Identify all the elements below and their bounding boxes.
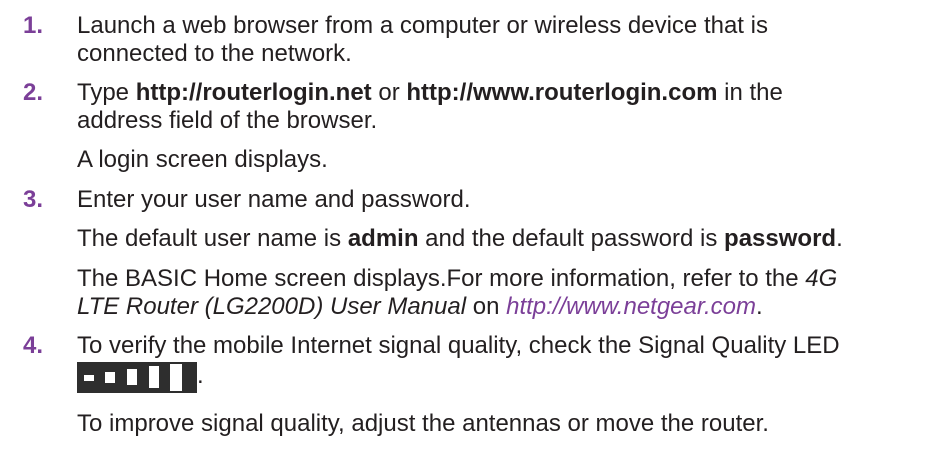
step-2-number: 2. xyxy=(23,79,44,106)
step-2-line-1: Type http://routerlogin.net or http://ww… xyxy=(77,79,783,107)
step-2-text-c: in the xyxy=(717,79,783,106)
step-3-info-line-1: The BASIC Home screen displays.For more … xyxy=(77,265,837,293)
step-1-line-2: connected to the network. xyxy=(77,40,352,67)
manual-title-part-1: 4G xyxy=(805,265,838,292)
step-1-line-1: Launch a web browser from a computer or … xyxy=(77,12,768,39)
step-4-led-period: . xyxy=(197,362,204,389)
step-2-result: A login screen displays. xyxy=(77,146,328,173)
default-password: password xyxy=(724,225,837,252)
signal-quality-led-icon xyxy=(77,362,197,393)
step-1-number: 1. xyxy=(23,12,44,39)
step-4-number: 4. xyxy=(23,332,44,359)
manual-title-part-2: LTE Router (LG2200D) User Manual xyxy=(77,293,467,320)
step-4-line-1: To verify the mobile Internet signal qua… xyxy=(77,332,840,359)
step-3-default-text-c: . xyxy=(836,225,843,252)
step-3-default-text-a: The default user name is xyxy=(77,225,348,252)
step-3-line-1: Enter your user name and password. xyxy=(77,186,471,213)
step-4-line-3: To improve signal quality, adjust the an… xyxy=(77,410,769,437)
step-3-default-credentials: The default user name is admin and the d… xyxy=(77,225,843,253)
instructions-document: 1. Launch a web browser from a computer … xyxy=(0,0,937,457)
step-2-text-a: Type xyxy=(77,79,136,106)
netgear-link[interactable]: http://www.netgear.com xyxy=(506,293,756,320)
step-4-led-line: . xyxy=(77,362,204,393)
step-3-number: 3. xyxy=(23,186,44,213)
step-2-text-b: or xyxy=(371,79,407,106)
default-user-name: admin xyxy=(347,225,419,252)
step-3-info-text-c: . xyxy=(755,293,763,320)
step-3-default-text-b: and the default password is xyxy=(418,225,725,252)
step-3-info-text-b: on xyxy=(466,293,507,320)
step-3-info-text-a: The BASIC Home screen displays.For more … xyxy=(77,265,806,292)
step-2-url-routerlogin-com: http://www.routerlogin.com xyxy=(406,79,718,106)
step-2-line-2: address field of the browser. xyxy=(77,107,378,134)
step-2-url-routerlogin-net: http://routerlogin.net xyxy=(135,79,372,106)
step-3-info-line-2: LTE Router (LG2200D) User Manual on http… xyxy=(77,293,763,321)
